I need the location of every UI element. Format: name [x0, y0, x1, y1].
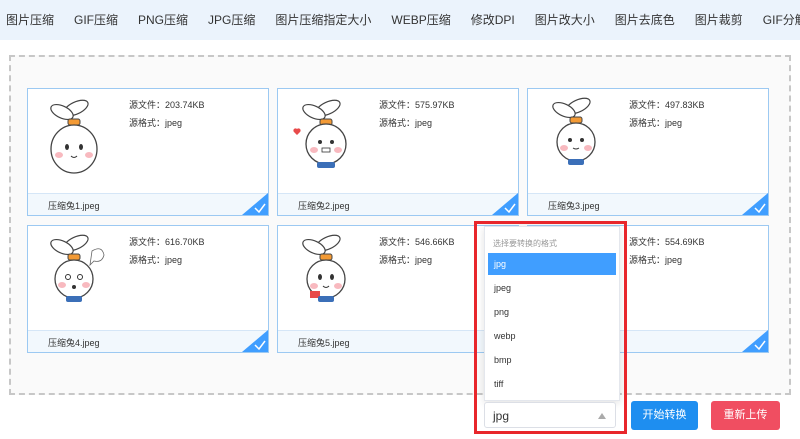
source-size: 源文件：203.74KB [129, 100, 205, 110]
nav-item-compress-to-size[interactable]: 图片压缩指定大小 [265, 0, 381, 40]
nav-item-image-compress[interactable]: 图片压缩 [6, 0, 64, 40]
format-option-jpeg[interactable]: jpeg [488, 277, 616, 299]
file-name: 压缩兔4.jpeg [48, 338, 100, 348]
checkmark-icon[interactable] [242, 330, 268, 352]
nav-item-png-compress[interactable]: PNG压缩 [128, 0, 198, 40]
nav-item-resize[interactable]: 图片改大小 [525, 0, 605, 40]
nav-item-webp-compress[interactable]: WEBP压缩 [381, 0, 460, 40]
file-name: 压缩兔3.jpeg [548, 201, 600, 211]
checkmark-icon[interactable] [742, 193, 768, 215]
format-select-value: jpg [493, 409, 510, 423]
image-card[interactable]: 源文件：497.83KB 源格式：jpeg 压缩兔3.jpeg [527, 88, 769, 216]
checkmark-icon[interactable] [742, 330, 768, 352]
source-format: 源格式：jpeg [129, 255, 183, 265]
start-convert-button[interactable]: 开始转换 [631, 401, 698, 430]
checkmark-icon[interactable] [242, 193, 268, 215]
source-size: 源文件：497.83KB [629, 100, 705, 110]
format-option-webp[interactable]: webp [488, 325, 616, 347]
file-name-bar: 压缩兔1.jpeg [28, 193, 268, 215]
format-option-png[interactable]: png [488, 301, 616, 323]
image-card[interactable]: 源文件：203.74KB 源格式：jpeg 压缩兔1.jpeg [27, 88, 269, 216]
bunny-thumbnail [293, 99, 347, 168]
tool-nav: 图片压缩 GIF压缩 PNG压缩 JPG压缩 图片压缩指定大小 WEBP压缩 修… [0, 0, 800, 40]
format-option-jpg[interactable]: jpg [488, 253, 616, 275]
file-name: 压缩兔1.jpeg [48, 201, 100, 211]
image-card[interactable]: 源文件：575.97KB 源格式：jpeg 压缩兔2.jpeg [277, 88, 519, 216]
nav-item-jpg-compress[interactable]: JPG压缩 [198, 0, 265, 40]
format-option-bmp[interactable]: bmp [488, 349, 616, 371]
bunny-thumbnail [552, 97, 596, 165]
format-select[interactable]: jpg [484, 402, 616, 428]
nav-item-gif-split[interactable]: GIF分解 [753, 0, 800, 40]
file-name: 压缩兔2.jpeg [298, 201, 350, 211]
image-card[interactable]: 源文件：616.70KB 源格式：jpeg 压缩兔4.jpeg [27, 225, 269, 353]
source-format: 源格式：jpeg [379, 255, 433, 265]
reupload-button[interactable]: 重新上传 [711, 401, 780, 430]
file-name-bar: 压缩兔2.jpeg [278, 193, 518, 215]
image-card[interactable]: 源文件：546.66KB 源格式：jpeg 压缩兔5.jpeg [277, 225, 519, 353]
file-name-bar: 压缩兔3.jpeg [528, 193, 768, 215]
format-option-tiff[interactable]: tiff [488, 373, 616, 395]
nav-item-gif-compress[interactable]: GIF压缩 [64, 0, 128, 40]
checkmark-icon[interactable] [492, 193, 518, 215]
file-name-bar: 压缩兔4.jpeg [28, 330, 268, 352]
chevron-up-icon [598, 413, 606, 419]
source-format: 源格式：jpeg [629, 255, 683, 265]
nav-item-modify-dpi[interactable]: 修改DPI [461, 0, 525, 40]
bunny-thumbnail [302, 234, 346, 302]
source-format: 源格式：jpeg [629, 118, 683, 128]
source-format: 源格式：jpeg [379, 118, 433, 128]
dropdown-placeholder: 选择要转换的格式 [493, 239, 557, 248]
source-size: 源文件：554.69KB [629, 237, 705, 247]
bunny-thumbnail [50, 99, 98, 174]
source-size: 源文件：546.66KB [379, 237, 455, 247]
format-dropdown: 选择要转换的格式 jpg jpeg png webp bmp tiff [484, 226, 620, 401]
bunny-thumbnail [50, 234, 105, 302]
file-name: 压缩兔5.jpeg [298, 338, 350, 348]
source-size: 源文件：616.70KB [129, 237, 205, 247]
source-format: 源格式：jpeg [129, 118, 183, 128]
nav-item-remove-background[interactable]: 图片去底色 [605, 0, 685, 40]
source-size: 源文件：575.97KB [379, 100, 455, 110]
nav-item-crop[interactable]: 图片裁剪 [685, 0, 753, 40]
file-name-bar: 压缩兔5.jpeg [278, 330, 518, 352]
